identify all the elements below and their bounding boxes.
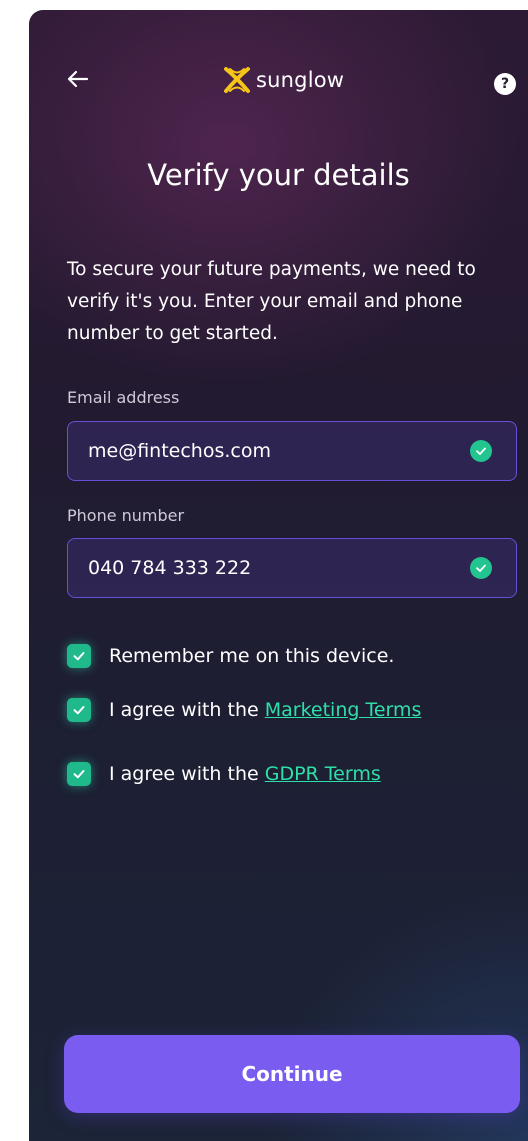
continue-button[interactable]: Continue xyxy=(64,1035,520,1113)
remember-me-label: Remember me on this device. xyxy=(109,645,395,667)
marketing-terms-checkbox[interactable] xyxy=(67,698,91,722)
marketing-terms-link[interactable]: Marketing Terms xyxy=(265,699,422,721)
email-input[interactable] xyxy=(68,422,470,480)
gdpr-terms-link[interactable]: GDPR Terms xyxy=(265,763,381,785)
brand-name: sunglow xyxy=(256,68,345,92)
phone-input[interactable] xyxy=(68,539,470,597)
email-valid-check-icon xyxy=(470,440,492,462)
remember-me-row: Remember me on this device. xyxy=(67,641,394,671)
marketing-terms-prefix: I agree with the xyxy=(109,699,265,721)
gdpr-terms-row: I agree with the GDPR Terms xyxy=(67,759,381,789)
marketing-terms-row: I agree with the Marketing Terms xyxy=(67,695,421,725)
page-title: Verify your details xyxy=(147,158,410,192)
sunglow-logo-icon xyxy=(224,67,250,93)
remember-me-checkbox[interactable] xyxy=(67,644,91,668)
phone-field-wrapper xyxy=(67,538,517,598)
verify-screen: sunglow ? Verify your details To secure … xyxy=(29,10,528,1141)
brand-logo: sunglow xyxy=(222,65,344,95)
checkmark-icon xyxy=(73,652,85,661)
phone-label: Phone number xyxy=(67,506,185,525)
help-button[interactable]: ? xyxy=(494,73,516,95)
arrow-left-icon xyxy=(67,70,89,88)
intro-text: To secure your future payments, we need … xyxy=(67,259,476,344)
checkmark-icon xyxy=(73,706,85,715)
phone-valid-check-icon xyxy=(470,557,492,579)
email-field-wrapper xyxy=(67,421,517,481)
gdpr-terms-checkbox[interactable] xyxy=(67,762,91,786)
gdpr-terms-prefix: I agree with the xyxy=(109,763,265,785)
back-button[interactable] xyxy=(65,66,91,92)
checkmark-icon xyxy=(73,770,85,779)
email-label: Email address xyxy=(67,388,180,407)
help-icon: ? xyxy=(500,76,510,92)
top-bar: sunglow ? xyxy=(29,10,528,140)
